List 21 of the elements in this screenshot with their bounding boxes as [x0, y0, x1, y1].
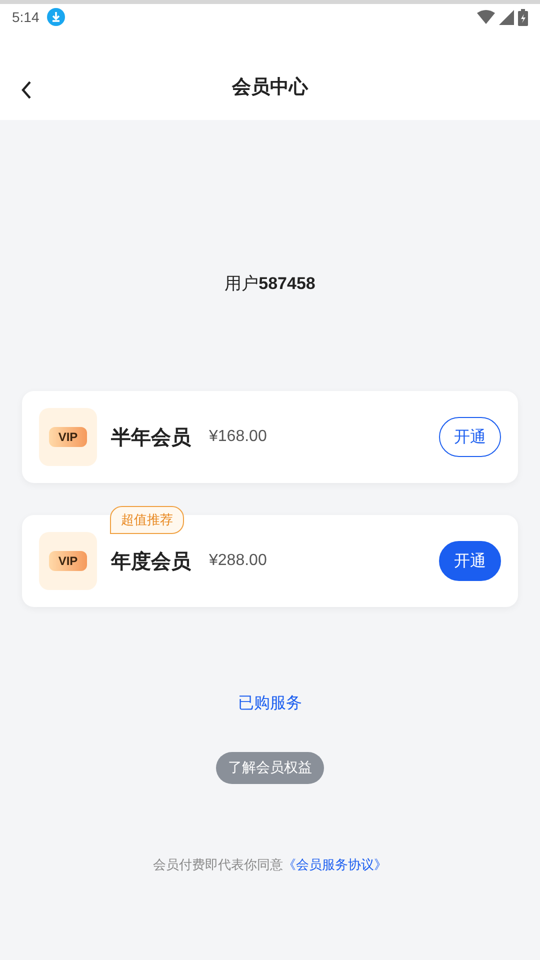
plan-price: ¥168.00 — [209, 428, 267, 446]
agreement-text: 会员付费即代表你同意 — [153, 857, 283, 874]
signal-icon — [499, 10, 514, 24]
purchased-link[interactable]: 已购服务 — [238, 693, 302, 714]
battery-icon — [518, 8, 528, 26]
vip-icon: VIP — [39, 408, 97, 466]
back-icon[interactable] — [20, 80, 32, 100]
vip-icon: VIP — [39, 532, 97, 590]
page-title: 会员中心 — [232, 75, 308, 100]
download-icon — [47, 8, 66, 26]
status-time: 5:14 — [12, 9, 40, 25]
plan-name: 年度会员 — [111, 548, 191, 574]
benefits-button[interactable]: 了解会员权益 — [216, 752, 324, 784]
user-name: 用户587458 — [224, 273, 316, 295]
plan-name: 半年会员 — [111, 424, 191, 450]
agreement-link[interactable]: 《会员服务协议》 — [283, 856, 387, 874]
wifi-icon — [477, 10, 495, 24]
plan-price: ¥288.00 — [209, 552, 267, 570]
subscribe-button[interactable]: 开通 — [439, 541, 501, 581]
subscribe-button[interactable]: 开通 — [439, 417, 501, 457]
recommend-tag: 超值推荐 — [110, 506, 184, 534]
